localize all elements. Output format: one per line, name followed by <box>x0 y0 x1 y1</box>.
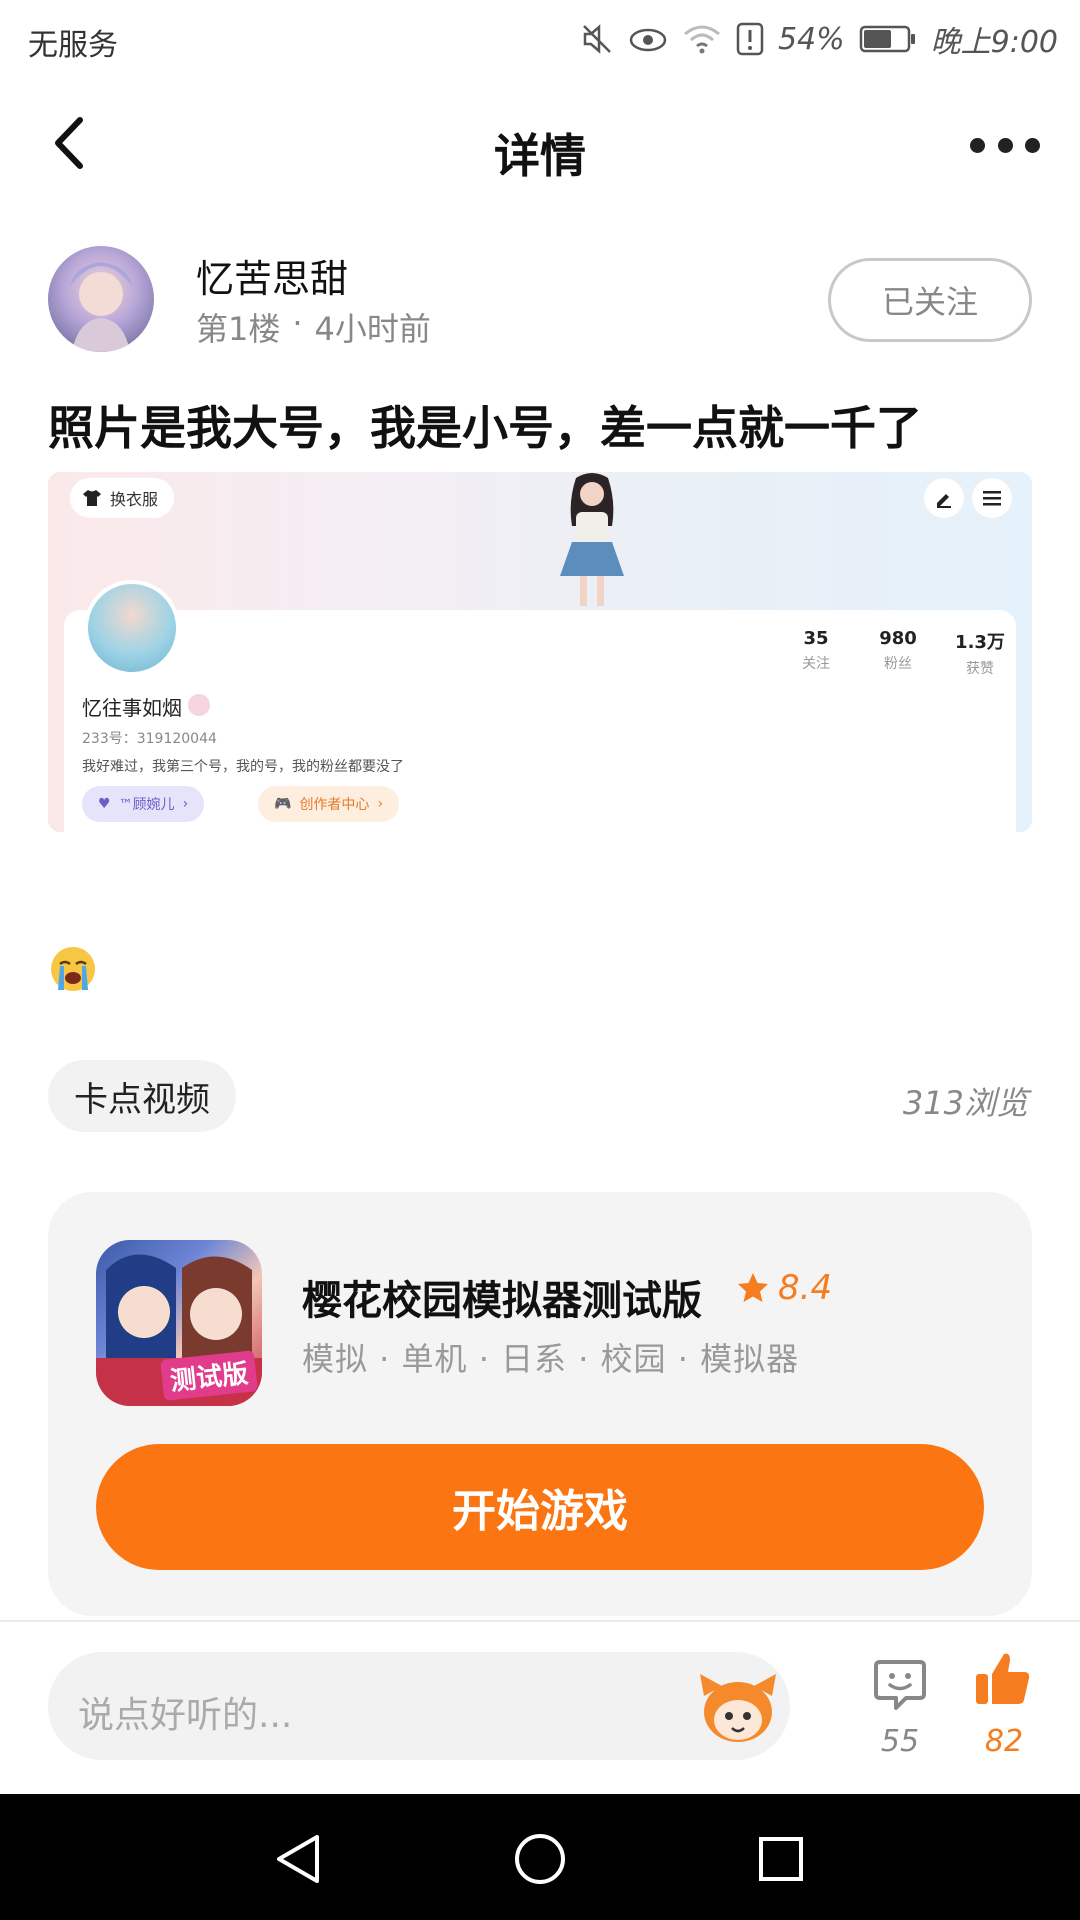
header: 详情 <box>0 90 1080 200</box>
comment-bubble-icon <box>874 1660 926 1710</box>
battery-percent: 54% <box>777 21 845 57</box>
like-button[interactable] <box>974 1650 1032 1708</box>
wifi-icon <box>683 25 720 54</box>
embedded-chip-creator: 🎮 创作者中心 › <box>258 786 400 822</box>
post-time: 4小时前 <box>314 310 431 348</box>
embedded-bio: 我好难过，我第三个号，我的号，我的粉丝都要没了 <box>82 759 404 775</box>
more-dot-icon <box>1025 137 1040 153</box>
topic-tag[interactable]: 卡点视频 <box>48 1060 236 1132</box>
thumbs-up-icon <box>976 1653 1030 1704</box>
game-name[interactable]: 樱花校园模拟器测试版 <box>302 1268 702 1326</box>
heart-icon: ♥ <box>98 796 111 812</box>
pencil-icon <box>937 494 951 508</box>
navigation-bar <box>0 1794 1080 1920</box>
alert-icon <box>736 22 764 56</box>
author-name[interactable]: 忆苦思甜 <box>196 248 348 303</box>
battery-icon <box>859 25 915 53</box>
post-image[interactable]: 换衣服 35 关注 980 粉丝 1.3万 获赞 忆往事如烟 233号：3191… <box>48 472 1032 832</box>
author-avatar[interactable] <box>48 246 154 352</box>
chevron-right-icon: › <box>182 796 189 812</box>
carrier-text: 无服务 <box>28 28 118 63</box>
page-title: 详情 <box>494 129 586 183</box>
stat-fans: 980 粉丝 <box>879 628 917 672</box>
meta-separator: · <box>292 304 303 342</box>
embedded-id: 233号：319120044 <box>82 731 217 747</box>
nav-back-button[interactable] <box>264 1824 334 1894</box>
floor-label: 第1楼 <box>196 310 281 348</box>
divider <box>0 1620 1080 1622</box>
embedded-chip-partner: ♥ ™顾婉儿 › <box>82 786 205 822</box>
more-dot-icon <box>997 137 1013 153</box>
comment-placeholder: 说点好听的... <box>78 1695 293 1736</box>
character-figure-icon <box>560 473 624 606</box>
more-dot-icon <box>970 137 985 153</box>
start-game-button[interactable]: 开始游戏 <box>96 1444 984 1570</box>
stat-likes: 1.3万 获赞 <box>955 632 1005 677</box>
post-text: 照片是我大号，我是小号，差一点就一千了 <box>48 401 922 455</box>
stat-following: 35 关注 <box>802 628 830 672</box>
mute-icon <box>583 24 611 54</box>
clock: 晚上9:00 <box>930 25 1058 60</box>
avatar-portrait-icon <box>70 262 132 352</box>
edit-icon-circle <box>924 478 964 518</box>
shirt-icon <box>83 490 101 506</box>
more-options-button[interactable] <box>970 120 1040 170</box>
badge-icon <box>188 694 210 716</box>
like-count: 82 <box>984 1724 1024 1759</box>
embedded-username: 忆往事如烟 <box>82 696 182 720</box>
comment-count: 55 <box>880 1724 920 1759</box>
mascot-emoji-icon[interactable] <box>696 1666 780 1746</box>
comment-input[interactable]: 说点好听的... <box>48 1652 790 1760</box>
nav-home-button[interactable] <box>505 1824 575 1894</box>
game-card[interactable]: 测试版 樱花校园模拟器测试版 8.4 模拟 · 单机 · 日系 · 校园 · 模… <box>48 1192 1032 1616</box>
triangle-back-icon <box>277 1835 319 1883</box>
menu-icon-circle <box>972 478 1012 518</box>
star-icon <box>738 1273 768 1302</box>
square-recents-icon <box>759 1837 803 1881</box>
crying-emoji-icon <box>51 947 95 991</box>
follow-button[interactable]: 已关注 <box>828 258 1032 342</box>
menu-icon <box>983 491 1001 506</box>
game-rating: 8.4 <box>736 1268 832 1308</box>
view-count: 313浏览 <box>902 1084 1028 1122</box>
game-tags: 模拟 · 单机 · 日系 · 校园 · 模拟器 <box>302 1340 800 1378</box>
chevron-right-icon: › <box>377 796 384 812</box>
nav-recents-button[interactable] <box>746 1824 816 1894</box>
status-bar: 无服务 54% 晚上9:00 <box>0 0 1080 78</box>
author-meta: 第1楼 · 4小时前 <box>196 304 431 350</box>
circle-home-icon <box>515 1834 565 1884</box>
eye-icon <box>629 28 667 52</box>
embedded-avatar <box>84 580 180 676</box>
outfit-chip: 换衣服 <box>70 478 175 518</box>
comment-button[interactable] <box>872 1656 928 1712</box>
gamepad-icon: 🎮 <box>274 796 292 812</box>
outfit-label: 换衣服 <box>110 490 159 509</box>
game-icon[interactable]: 测试版 <box>96 1240 262 1406</box>
